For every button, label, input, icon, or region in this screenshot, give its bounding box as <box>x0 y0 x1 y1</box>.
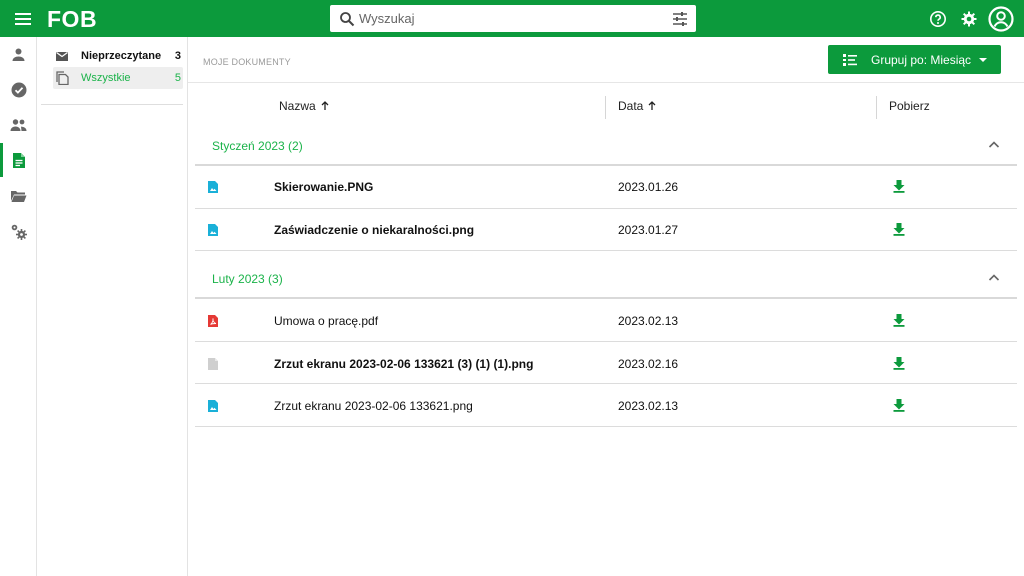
filter-settings-icon[interactable] <box>672 11 688 27</box>
download-icon[interactable] <box>892 179 906 193</box>
divider <box>41 104 183 105</box>
column-separator <box>876 96 877 119</box>
check-circle-icon <box>11 82 27 98</box>
download-icon[interactable] <box>892 356 906 370</box>
group-by-button[interactable]: Grupuj po: Miesiąc <box>828 45 1001 74</box>
column-label: Nazwa <box>279 99 316 113</box>
account-icon[interactable] <box>988 6 1014 32</box>
search-box <box>330 5 696 32</box>
table-row[interactable]: Skierowanie.PNG 2023.01.26 <box>188 166 1024 208</box>
mail-icon <box>55 49 69 63</box>
image-file-icon <box>208 224 218 236</box>
divider <box>195 341 1017 342</box>
file-date: 2023.02.16 <box>618 357 679 371</box>
file-name[interactable]: Zrzut ekranu 2023-02-06 133621 (3) (1) (… <box>274 357 533 371</box>
folder-count: 5 <box>174 72 181 84</box>
help-icon[interactable] <box>929 10 947 28</box>
folder-panel: Nieprzeczytane 3 Wszystkie 5 <box>37 37 188 576</box>
table-row[interactable]: Umowa o pracę.pdf 2023.02.13 <box>188 300 1024 342</box>
menu-icon[interactable] <box>14 10 32 28</box>
nav-documents[interactable] <box>0 143 37 177</box>
settings-icon[interactable] <box>960 10 978 28</box>
table-row[interactable]: Zrzut ekranu 2023-02-06 133621.png 2023.… <box>188 385 1024 427</box>
breadcrumb: MOJE DOKUMENTY <box>203 57 291 67</box>
group-header-january[interactable]: Styczeń 2023 (2) <box>188 129 1024 161</box>
top-bar: FOB <box>0 0 1024 37</box>
divider <box>195 297 1017 299</box>
column-label: Pobierz <box>889 99 930 113</box>
file-date: 2023.01.26 <box>618 180 679 194</box>
generic-file-icon <box>208 358 218 370</box>
file-name[interactable]: Zrzut ekranu 2023-02-06 133621.png <box>274 399 473 413</box>
file-date: 2023.01.27 <box>618 223 679 237</box>
documents-icon <box>55 71 69 85</box>
column-header-date[interactable]: Data <box>618 99 657 113</box>
pdf-file-icon <box>208 315 218 327</box>
table-row[interactable]: Zrzut ekranu 2023-02-06 133621 (3) (1) (… <box>188 343 1024 385</box>
column-separator <box>605 96 606 119</box>
people-icon <box>10 118 27 132</box>
nav-folders[interactable] <box>0 179 37 213</box>
file-name[interactable]: Zaświadczenie o niekaralności.png <box>274 223 474 237</box>
table-row[interactable]: Zaświadczenie o niekaralności.png 2023.0… <box>188 209 1024 251</box>
download-icon[interactable] <box>892 222 906 236</box>
app-logo[interactable]: FOB <box>47 7 97 31</box>
list-group-icon <box>842 52 858 68</box>
group-title: Luty 2023 (3) <box>212 272 283 286</box>
group-by-label: Grupuj po: Miesiąc <box>871 52 972 67</box>
search-input[interactable] <box>359 11 659 26</box>
file-date: 2023.02.13 <box>618 399 679 413</box>
sort-arrow-up-icon <box>647 101 657 111</box>
column-header-name[interactable]: Nazwa <box>279 99 330 113</box>
download-icon[interactable] <box>892 313 906 327</box>
nav-tasks[interactable] <box>0 73 37 107</box>
sort-arrow-up-icon <box>320 101 330 111</box>
file-name[interactable]: Skierowanie.PNG <box>274 180 373 194</box>
folder-all[interactable]: Wszystkie 5 <box>53 67 183 89</box>
folder-label: Wszystkie <box>81 72 131 84</box>
nav-admin-settings[interactable] <box>0 214 37 248</box>
chevron-up-icon[interactable] <box>988 273 1000 283</box>
folder-count: 3 <box>174 50 181 62</box>
search-icon <box>339 11 355 27</box>
file-date: 2023.02.13 <box>618 314 679 328</box>
column-header-download: Pobierz <box>889 99 930 113</box>
nav-profile[interactable] <box>0 37 37 71</box>
main-content: MOJE DOKUMENTY Grupuj po: Miesiąc Nazwa … <box>188 37 1024 576</box>
group-header-february[interactable]: Luty 2023 (3) <box>188 262 1024 294</box>
download-icon[interactable] <box>892 398 906 412</box>
file-name[interactable]: Umowa o pracę.pdf <box>274 314 378 328</box>
group-title: Styczeń 2023 (2) <box>212 139 303 153</box>
person-icon <box>11 47 26 62</box>
divider <box>195 383 1017 384</box>
image-file-icon <box>208 181 218 193</box>
left-navigation <box>0 37 37 576</box>
column-label: Data <box>618 99 644 113</box>
folder-label: Nieprzeczytane <box>81 50 162 62</box>
admin-settings-icon <box>10 223 27 240</box>
folder-open-icon <box>10 189 27 203</box>
divider <box>195 250 1017 251</box>
divider <box>188 82 1024 83</box>
image-file-icon <box>208 400 218 412</box>
folder-unread[interactable]: Nieprzeczytane 3 <box>53 45 183 67</box>
nav-people[interactable] <box>0 108 37 142</box>
document-icon <box>12 152 26 169</box>
caret-down-icon <box>979 58 987 62</box>
chevron-up-icon[interactable] <box>988 140 1000 150</box>
divider <box>195 426 1017 427</box>
